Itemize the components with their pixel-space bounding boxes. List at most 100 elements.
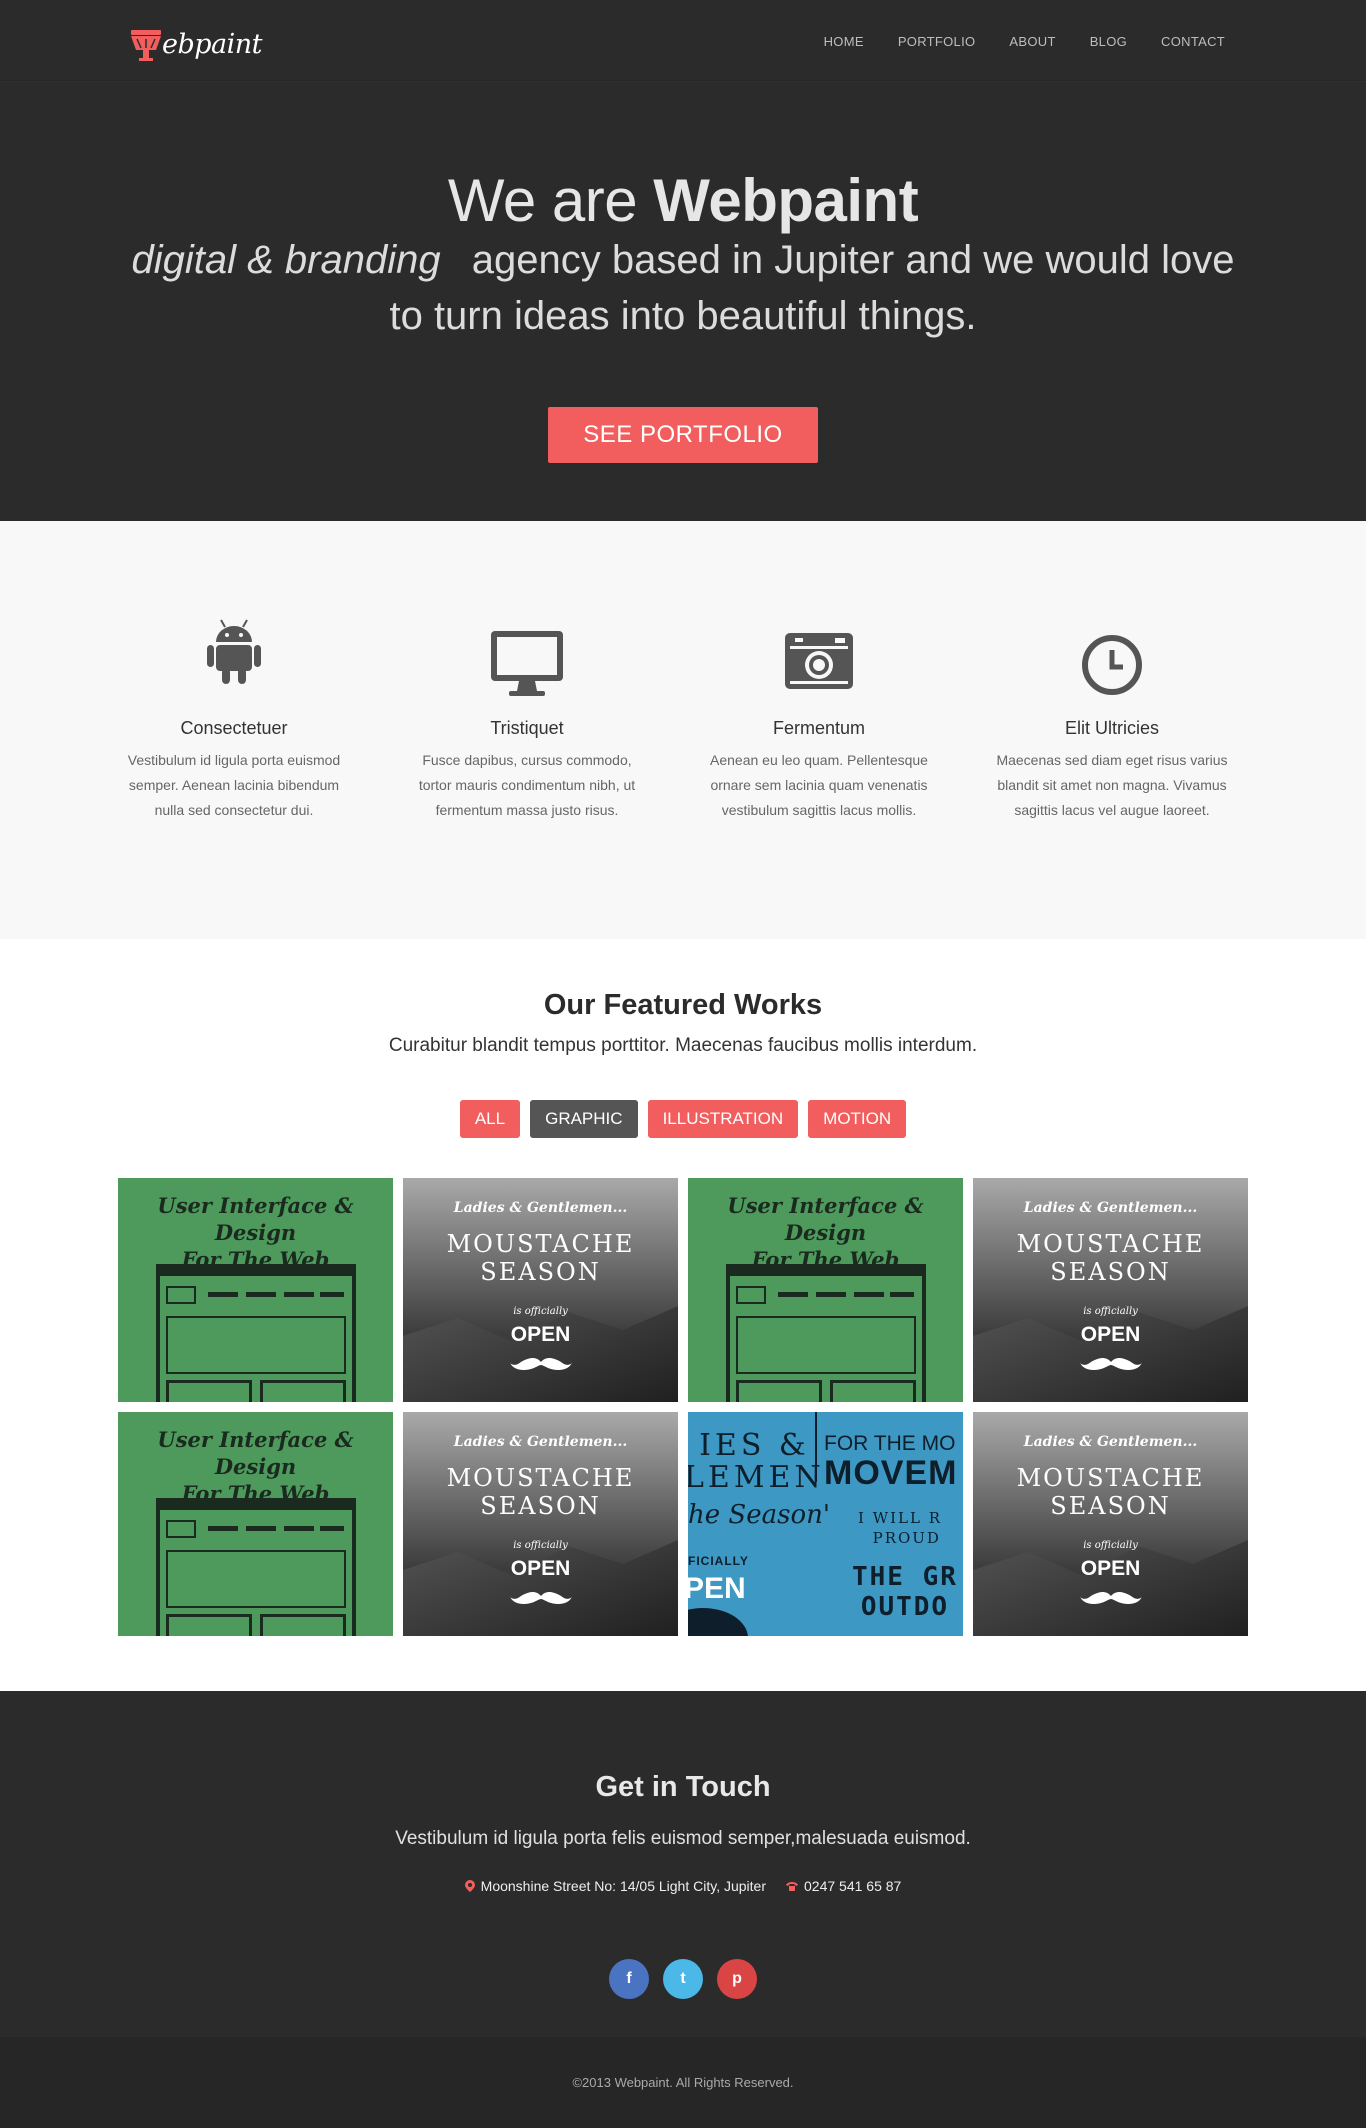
- tile-line: LEMEN: [688, 1460, 825, 1495]
- portfolio-item-ui-design[interactable]: User Interface & Design For The Web: [118, 1412, 393, 1636]
- pinterest-icon[interactable]: p: [717, 1959, 757, 1999]
- hero-title-prefix: We are: [447, 167, 638, 234]
- nav-home[interactable]: HOME: [824, 34, 864, 49]
- tile-line: Ladies & Gentlemen...: [1023, 1200, 1198, 1216]
- tile-line: FICIALLY: [688, 1554, 749, 1568]
- nav-blog[interactable]: BLOG: [1090, 34, 1127, 49]
- nav-portfolio[interactable]: PORTFOLIO: [898, 34, 976, 49]
- feature-card: Tristiquet Fusce dapibus, cursus commodo…: [407, 609, 647, 823]
- tile-line: THE GR: [852, 1562, 958, 1592]
- tile-line: is officially: [513, 1540, 568, 1551]
- wireframe-illustration: [726, 1264, 926, 1402]
- wireframe-illustration: [156, 1498, 356, 1636]
- moustache-icon: [1080, 1592, 1142, 1604]
- moustache-icon: [510, 1592, 572, 1604]
- filter-motion[interactable]: MOTION: [808, 1100, 907, 1138]
- feature-title: Tristiquet: [490, 718, 564, 738]
- tile-line: OPEN: [510, 1323, 571, 1346]
- tile-line: SEASON: [480, 1492, 601, 1520]
- feature-card: Elit Ultricies Maecenas sed diam eget ri…: [992, 609, 1232, 823]
- hero-tagline-italic: digital & branding: [131, 238, 441, 282]
- main-menu: HOME PORTFOLIO ABOUT BLOG CONTACT: [790, 34, 1225, 49]
- tile-line: MOUSTACHE: [1016, 1230, 1205, 1258]
- hero-tagline: digital & branding agency based in Jupit…: [120, 232, 1246, 344]
- tile-line: OPEN: [1080, 1557, 1141, 1580]
- portfolio-item-moustache[interactable]: Ladies & Gentlemen... MOUSTACHE SEASON is…: [973, 1412, 1248, 1636]
- filter-graphic[interactable]: GRAPHIC: [530, 1100, 638, 1138]
- tile-line: OPEN: [1080, 1323, 1141, 1346]
- feature-title: Fermentum: [772, 718, 866, 738]
- feature-card: Fermentum Aenean eu leo quam. Pellentesq…: [699, 609, 939, 823]
- tile-line: Ladies & Gentlemen...: [453, 1200, 628, 1216]
- portfolio-item-ui-design[interactable]: User Interface & Design For The Web: [118, 1178, 393, 1402]
- tile-line: IES &: [699, 1428, 810, 1463]
- tile-line: is officially: [513, 1306, 568, 1317]
- tile-line: MOUSTACHE: [446, 1464, 635, 1492]
- copyright-text: ©2013 Webpaint. All Rights Reserved.: [572, 2075, 794, 2090]
- hero-tagline-rest: agency based in Jupiter and we would lov…: [389, 238, 1235, 338]
- tile-line: SEASON: [1050, 1492, 1171, 1520]
- tile-line: FOR THE MO: [824, 1432, 956, 1455]
- see-portfolio-button[interactable]: SEE PORTFOLIO: [548, 407, 818, 463]
- feature-text: Fusce dapibus, cursus commodo, tortor ma…: [418, 752, 636, 818]
- works-title: Our Featured Works: [543, 989, 823, 1021]
- moustache-icon: [1080, 1358, 1142, 1370]
- nav-about[interactable]: ABOUT: [1009, 34, 1055, 49]
- feature-title: Consectetuer: [180, 718, 288, 738]
- tile-line: MOVEM: [824, 1454, 958, 1492]
- feature-title: Elit Ultricies: [1064, 718, 1159, 738]
- tile-line: OPEN: [510, 1557, 571, 1580]
- footer: ©2013 Webpaint. All Rights Reserved.: [0, 2037, 1366, 2128]
- filter-all[interactable]: ALL: [459, 1100, 521, 1138]
- portfolio-item-movember-poster[interactable]: IES & LEMEN he Season' FICIALLY PEN FOR T…: [688, 1412, 963, 1636]
- phone-icon: [786, 1882, 798, 1891]
- brush-logo-icon: [131, 30, 161, 61]
- featured-works-section: Our Featured Works Curabitur blandit tem…: [0, 939, 1366, 1691]
- portfolio-item-moustache[interactable]: Ladies & Gentlemen... MOUSTACHE SEASON is…: [973, 1178, 1248, 1402]
- tile-line: is officially: [1083, 1306, 1138, 1317]
- portfolio-item-ui-design[interactable]: User Interface & Design For The Web: [688, 1178, 963, 1402]
- top-navbar: ebpaint HOME PORTFOLIO ABOUT BLOG CONTAC…: [0, 0, 1366, 81]
- features-section: Consectetuer Vestibulum id ligula porta …: [0, 521, 1366, 939]
- logo-text: ebpaint: [162, 28, 263, 60]
- tile-line: SEASON: [1050, 1258, 1171, 1286]
- tile-title: User Interface & Design: [157, 1427, 354, 1479]
- feature-text: Maecenas sed diam eget risus varius blan…: [996, 752, 1228, 818]
- portfolio-filters: ALL GRAPHIC ILLUSTRATION MOTION: [0, 1100, 1366, 1138]
- tile-line: PROUD: [872, 1529, 941, 1547]
- contact-info: Moonshine Street No: 14/05 Light City, J…: [0, 1878, 1366, 1894]
- tile-line: I WILL R: [858, 1509, 943, 1527]
- moustache-icon: [510, 1358, 572, 1370]
- tile-title: User Interface & Design: [727, 1193, 924, 1245]
- social-links: f t p: [0, 1959, 1366, 1999]
- android-icon: [207, 619, 261, 684]
- tile-line: Ladies & Gentlemen...: [1023, 1434, 1198, 1450]
- nav-contact[interactable]: CONTACT: [1161, 34, 1225, 49]
- works-subtitle: Curabitur blandit tempus porttitor. Maec…: [388, 1035, 978, 1056]
- filter-illustration[interactable]: ILLUSTRATION: [647, 1100, 799, 1138]
- feature-text: Vestibulum id ligula porta euismod sempe…: [127, 752, 341, 818]
- hero-title: We are Webpaint: [0, 166, 1366, 235]
- logo[interactable]: ebpaint: [128, 26, 263, 62]
- tumblr-icon[interactable]: t: [663, 1959, 703, 1999]
- contact-lead: Vestibulum id ligula porta felis euismod…: [395, 1828, 971, 1849]
- monitor-icon: [491, 631, 563, 696]
- feature-card: Consectetuer Vestibulum id ligula porta …: [114, 609, 354, 823]
- tile-line: he Season': [688, 1500, 830, 1530]
- contact-title: Get in Touch: [595, 1771, 771, 1803]
- camera-icon: [785, 633, 853, 689]
- feature-text: Aenean eu leo quam. Pellentesque ornare …: [710, 752, 928, 818]
- tile-line: OUTDO: [860, 1592, 950, 1622]
- tile-line: MOUSTACHE: [446, 1230, 635, 1258]
- map-pin-icon: [464, 1880, 475, 1892]
- facebook-icon[interactable]: f: [609, 1959, 649, 1999]
- portfolio-item-moustache[interactable]: Ladies & Gentlemen... MOUSTACHE SEASON is…: [403, 1178, 678, 1402]
- tile-line: is officially: [1083, 1540, 1138, 1551]
- contact-address: Moonshine Street No: 14/05 Light City, J…: [480, 1878, 766, 1894]
- hero-section: We are Webpaint digital & branding agenc…: [0, 81, 1366, 521]
- portfolio-item-moustache[interactable]: Ladies & Gentlemen... MOUSTACHE SEASON is…: [403, 1412, 678, 1636]
- tile-line: PEN: [688, 1572, 746, 1605]
- tile-line: SEASON: [480, 1258, 601, 1286]
- contact-section: Get in Touch Vestibulum id ligula porta …: [0, 1691, 1366, 2037]
- contact-phone: 0247 541 65 87: [804, 1878, 902, 1894]
